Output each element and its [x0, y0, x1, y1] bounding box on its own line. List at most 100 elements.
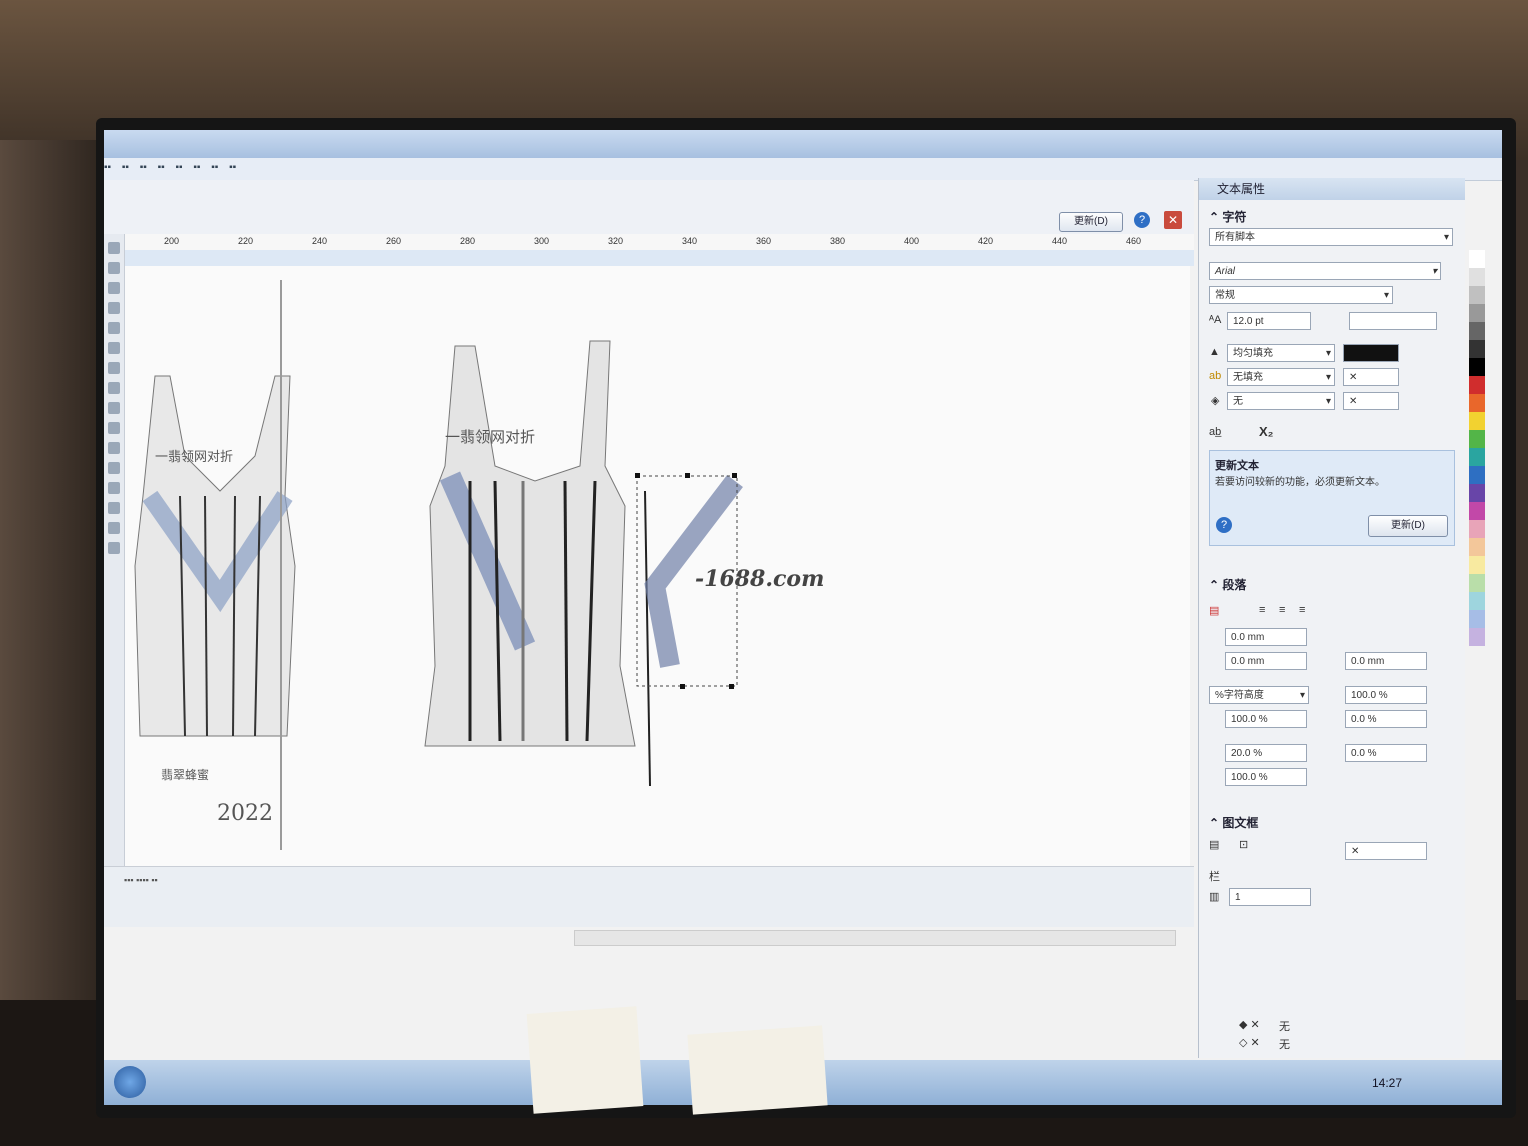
- close-icon[interactable]: ✕: [1164, 211, 1182, 229]
- crop-tool-icon[interactable]: [108, 282, 120, 294]
- background-color-swatch[interactable]: ✕: [1343, 368, 1399, 386]
- font-style-select[interactable]: 常规: [1209, 286, 1393, 305]
- fill-color-swatch[interactable]: [1343, 344, 1399, 362]
- palette-swatch[interactable]: [1469, 574, 1485, 592]
- align-right-icon[interactable]: ≡: [1299, 604, 1305, 616]
- palette-swatch[interactable]: [1469, 610, 1485, 628]
- pick-tool-icon[interactable]: [108, 242, 120, 254]
- palette-swatch[interactable]: [1469, 376, 1485, 394]
- start-button[interactable]: [114, 1066, 146, 1098]
- language-spacing-input[interactable]: 100.0 %: [1225, 768, 1307, 786]
- garment-left[interactable]: [134, 375, 296, 737]
- horizontal-scrollbar[interactable]: [574, 930, 1176, 946]
- font-size-input[interactable]: 12.0 pt: [1227, 312, 1311, 330]
- menu-item[interactable]: ▪▪: [193, 162, 200, 173]
- kerning-input[interactable]: [1349, 312, 1437, 330]
- shape-tool-icon[interactable]: [108, 262, 120, 274]
- columns-icon: ▥: [1209, 891, 1220, 903]
- font-size-icon: ᴬA: [1209, 314, 1222, 326]
- palette-swatch[interactable]: [1469, 394, 1485, 412]
- line-spacing-input[interactable]: 100.0 %: [1345, 686, 1427, 704]
- ellipse-tool-icon[interactable]: [108, 362, 120, 374]
- align-center-icon[interactable]: ≡: [1279, 604, 1285, 616]
- palette-swatch[interactable]: [1469, 592, 1485, 610]
- palette-swatch[interactable]: [1469, 448, 1485, 466]
- character-section-toggle[interactable]: ⌃ 字符: [1209, 208, 1246, 225]
- word-spacing-input[interactable]: 0.0 %: [1345, 744, 1427, 762]
- first-line-indent-input[interactable]: 0.0 mm: [1225, 628, 1307, 646]
- update-text-button[interactable]: 更新(D): [1368, 515, 1448, 537]
- palette-swatch[interactable]: [1469, 556, 1485, 574]
- character-spacing-input[interactable]: 20.0 %: [1225, 744, 1307, 762]
- palette-swatch[interactable]: [1469, 538, 1485, 556]
- window-titlebar[interactable]: [104, 130, 1502, 158]
- palette-swatch[interactable]: [1469, 358, 1485, 376]
- interactive-tool-icon[interactable]: [108, 482, 120, 494]
- dimension-tool-icon[interactable]: [108, 442, 120, 454]
- menu-item[interactable]: ▪▪: [176, 162, 183, 173]
- align-none-icon[interactable]: ▤: [1209, 604, 1219, 617]
- menu-item[interactable]: ▪▪: [158, 162, 165, 173]
- palette-swatch[interactable]: [1469, 304, 1485, 322]
- help-icon[interactable]: ?: [1134, 212, 1150, 228]
- palette-swatch[interactable]: [1469, 340, 1485, 358]
- frame-background-icon[interactable]: ▤: [1209, 838, 1219, 851]
- menu-item[interactable]: ▪▪: [140, 162, 147, 173]
- columns-input[interactable]: 1: [1229, 888, 1311, 906]
- text-tool-icon[interactable]: [108, 402, 120, 414]
- outline-color-swatch[interactable]: ✕: [1343, 392, 1399, 410]
- palette-swatch[interactable]: [1469, 430, 1485, 448]
- table-tool-icon[interactable]: [108, 422, 120, 434]
- palette-swatch[interactable]: [1469, 520, 1485, 538]
- menu-item[interactable]: ▪▪: [211, 162, 218, 173]
- connector-tool-icon[interactable]: [108, 462, 120, 474]
- palette-swatch[interactable]: [1469, 466, 1485, 484]
- menu-item[interactable]: ▪▪: [122, 162, 129, 173]
- outline-tool-icon[interactable]: [108, 522, 120, 534]
- polygon-tool-icon[interactable]: [108, 382, 120, 394]
- lace-piece-selected[interactable]: [635, 473, 743, 787]
- text-properties-docker: 文本属性 ⌃ 字符 所有脚本 Arial 常规 ᴬA 12.0 pt ▲ 均匀填…: [1198, 178, 1465, 1058]
- columns-label: 栏: [1209, 871, 1220, 883]
- freehand-tool-icon[interactable]: [108, 322, 120, 334]
- palette-swatch[interactable]: [1469, 628, 1485, 646]
- notice-help-icon[interactable]: ?: [1216, 517, 1232, 533]
- palette-swatch[interactable]: [1469, 286, 1485, 304]
- spacing-unit-select[interactable]: %字符高度: [1209, 686, 1309, 705]
- paragraph-section-toggle[interactable]: ⌃ 段落: [1209, 576, 1246, 593]
- after-paragraph-input[interactable]: 0.0 %: [1345, 710, 1427, 728]
- menu-item[interactable]: ▪▪: [104, 162, 111, 173]
- document-tab-strip[interactable]: [124, 250, 1194, 266]
- underline-icon[interactable]: ab̲: [1209, 426, 1221, 438]
- palette-swatch[interactable]: [1469, 412, 1485, 430]
- before-paragraph-input[interactable]: 100.0 %: [1225, 710, 1307, 728]
- outline-select[interactable]: 无: [1227, 392, 1335, 411]
- background-left: [0, 140, 110, 1146]
- palette-swatch[interactable]: [1469, 268, 1485, 286]
- drawing-canvas[interactable]: 一翡领网对折 一翡领网对折 -1688.com 翡翠蜂蜜 2022: [125, 266, 1190, 866]
- align-left-icon[interactable]: ≡: [1259, 604, 1265, 616]
- background-fill-select[interactable]: 无填充: [1227, 368, 1335, 387]
- palette-swatch[interactable]: [1469, 502, 1485, 520]
- frame-fit-icon[interactable]: ⊡: [1239, 838, 1248, 851]
- palette-swatch[interactable]: [1469, 484, 1485, 502]
- palette-swatch[interactable]: [1469, 250, 1485, 268]
- fill-tool-icon[interactable]: [108, 542, 120, 554]
- color-palette[interactable]: [1466, 250, 1488, 1030]
- menu-item[interactable]: ▪▪: [229, 162, 236, 173]
- left-indent-input[interactable]: 0.0 mm: [1225, 652, 1307, 670]
- rectangle-tool-icon[interactable]: [108, 342, 120, 354]
- superscript-icon[interactable]: X₂: [1259, 424, 1273, 439]
- palette-swatch[interactable]: [1469, 322, 1485, 340]
- garment-main[interactable]: [424, 340, 636, 747]
- update-button[interactable]: 更新(D): [1059, 212, 1123, 232]
- font-select[interactable]: Arial: [1209, 262, 1441, 281]
- eyedropper-tool-icon[interactable]: [108, 502, 120, 514]
- frame-section-toggle[interactable]: ⌃ 图文框: [1209, 814, 1258, 831]
- outline-status-icon: ◇ ✕: [1239, 1037, 1260, 1049]
- script-select[interactable]: 所有脚本: [1209, 228, 1453, 247]
- frame-color-select[interactable]: ✕: [1345, 842, 1427, 860]
- right-indent-input[interactable]: 0.0 mm: [1345, 652, 1427, 670]
- zoom-tool-icon[interactable]: [108, 302, 120, 314]
- fill-type-select[interactable]: 均匀填充: [1227, 344, 1335, 363]
